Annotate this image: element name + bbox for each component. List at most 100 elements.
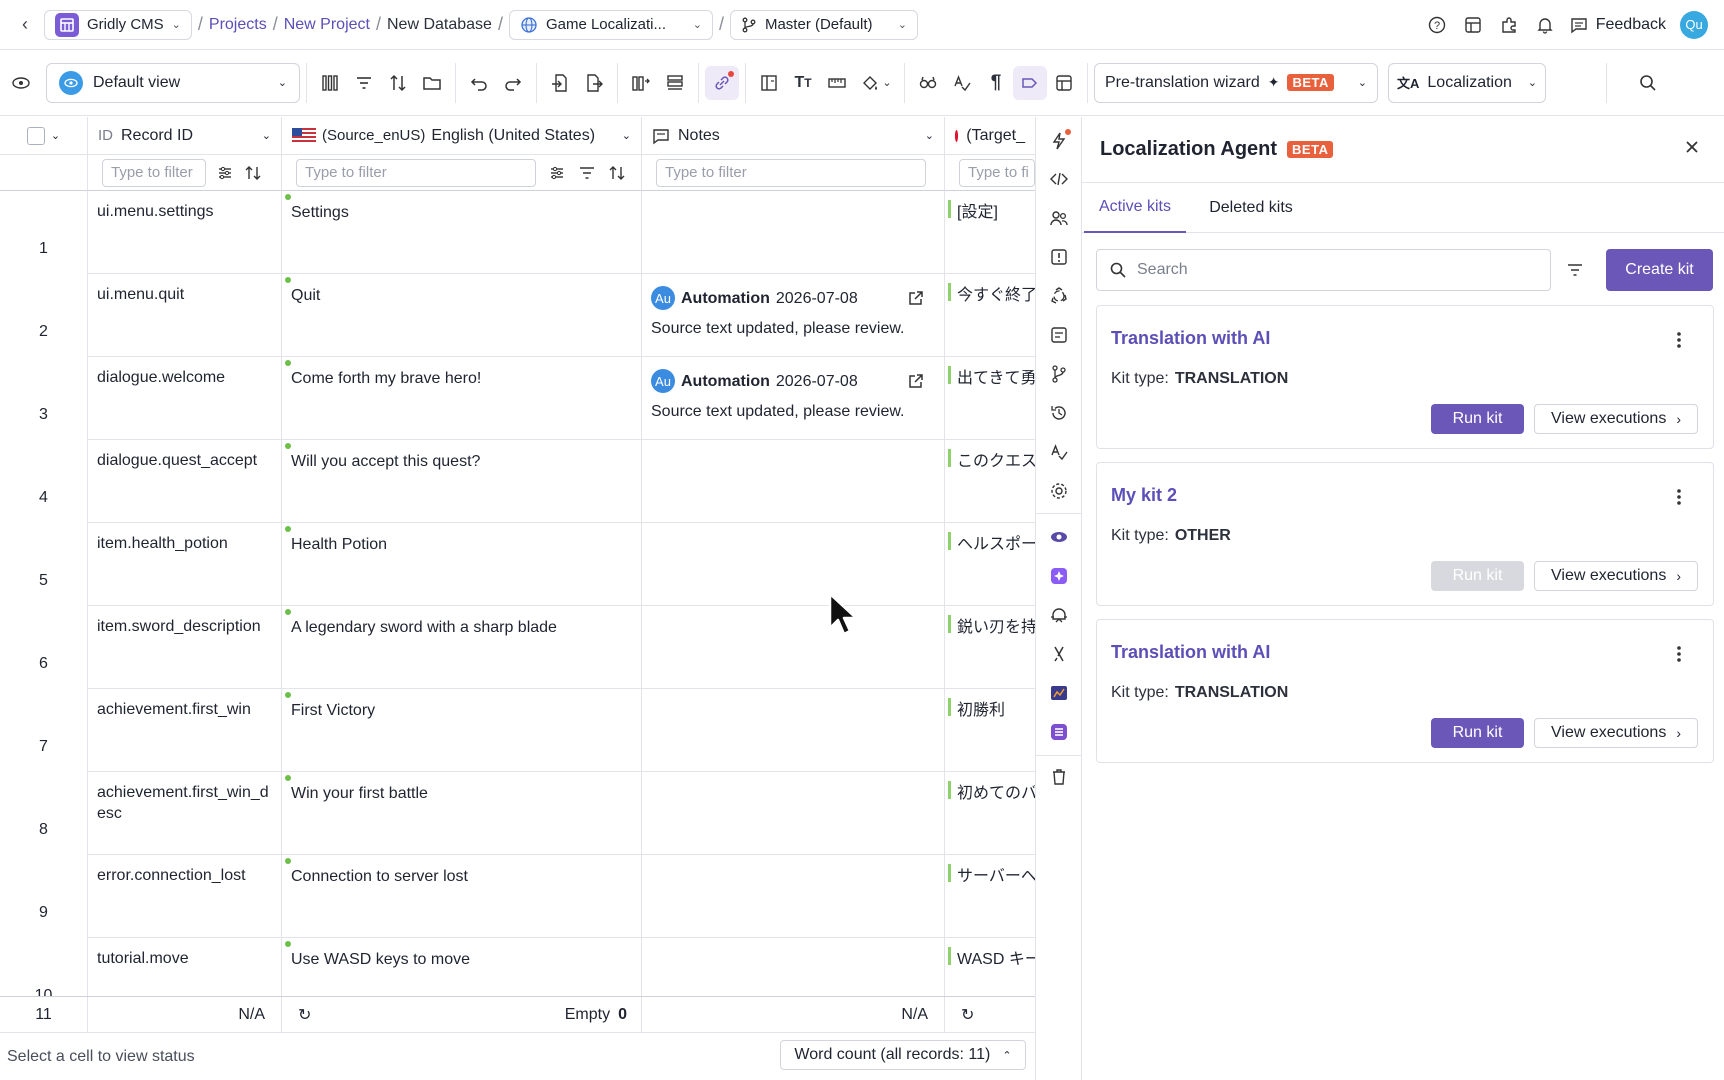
dependencies-icon[interactable] [624,66,658,100]
column-header-record-id[interactable]: ID Record ID ⌄ [88,117,282,155]
notes-cell[interactable] [642,606,945,689]
tab-active-kits[interactable]: Active kits [1084,183,1186,233]
breadcrumb-projects[interactable]: Projects [209,16,267,34]
notes-cell[interactable] [642,523,945,606]
select-all-header[interactable]: ⌄ [0,117,88,155]
link-icon[interactable] [705,65,739,100]
target-cell[interactable]: 出てきて勇 [945,357,1035,440]
word-count-button[interactable]: Word count (all records: 11) ⌃ [780,1040,1026,1070]
more-options-icon[interactable] [1669,330,1689,350]
history-icon[interactable] [1047,401,1071,425]
notes-cell[interactable]: Au Automation 2026-07-08 Source text update… [642,274,945,357]
view-selector[interactable]: Default view ⌄ [46,62,300,103]
filter-icon[interactable] [578,164,596,182]
view-executions-button[interactable]: View executions › [1534,718,1698,748]
view-executions-button[interactable]: View executions › [1534,561,1698,591]
record-id-cell[interactable]: dialogue.welcome [88,357,282,440]
undo-icon[interactable] [462,66,496,100]
localization-agent-icon[interactable] [1047,564,1071,588]
app-switcher[interactable]: Gridly CMS ⌄ [44,9,192,40]
source-cell[interactable]: Connection to server lost [282,855,642,938]
row-group-icon[interactable] [658,66,692,100]
stack-app-icon[interactable] [1047,720,1071,744]
close-icon[interactable] [1684,139,1700,155]
select-all-checkbox[interactable] [26,126,45,145]
record-id-cell[interactable]: item.sword_description [88,606,282,689]
record-id-cell[interactable]: achievement.first_win_desc [88,772,282,855]
record-id-cell[interactable]: dialogue.quest_accept [88,440,282,523]
sort-icon[interactable] [244,164,262,182]
target-cell[interactable]: 初めてのバ [945,772,1035,855]
source-cell[interactable]: First Victory [282,689,642,772]
view-executions-button[interactable]: View executions › [1534,404,1698,434]
target-cell[interactable]: [設定] [945,191,1035,274]
record-id-cell[interactable]: ui.menu.quit [88,274,282,357]
feedback-button[interactable]: Feedback [1570,16,1666,34]
open-external-icon[interactable] [907,289,925,307]
row-number[interactable]: 6 [0,606,88,689]
help-icon[interactable]: ? [1426,14,1448,36]
notes-cell[interactable]: Au Automation 2026-07-08 Source text update… [642,357,945,440]
layout-icon[interactable] [1462,14,1484,36]
paragraph-icon[interactable]: ¶ [979,66,1013,100]
fill-color-icon[interactable]: ⌄ [854,66,898,100]
run-kit-button[interactable]: Run kit [1431,561,1524,591]
record-id-cell[interactable]: item.health_potion [88,523,282,606]
sort-icon[interactable] [608,164,626,182]
source-cell[interactable]: A legendary sword with a sharp blade [282,606,642,689]
refresh-icon[interactable]: ↻ [298,1005,311,1025]
bot-icon[interactable] [1047,603,1071,627]
target-cell[interactable]: このクエス [945,440,1035,523]
kit-title[interactable]: Translation with AI [1111,642,1270,663]
tab-deleted-kits[interactable]: Deleted kits [1196,183,1306,233]
search-icon[interactable] [1631,66,1665,100]
record-id-cell[interactable]: error.connection_lost [88,855,282,938]
chart-app-icon[interactable] [1047,681,1071,705]
filter-input[interactable]: Type to filter [296,158,536,187]
settings-icon[interactable] [1047,479,1071,503]
filter-input[interactable]: Type to fi [959,158,1035,187]
record-id-cell[interactable]: achievement.first_win [88,689,282,772]
row-number[interactable]: 2 [0,274,88,357]
spellcheck-icon[interactable] [945,66,979,100]
target-cell[interactable]: 鋭い刃を持 [945,606,1035,689]
export-icon[interactable] [577,66,611,100]
kit-title[interactable]: My kit 2 [1111,485,1177,506]
filter-options-icon[interactable] [216,164,234,182]
breadcrumb-database[interactable]: New Database [387,16,492,34]
target-cell[interactable]: ヘルスポー [945,523,1035,606]
users-icon[interactable] [1047,206,1071,230]
text-size-icon[interactable]: TT [786,66,820,100]
alert-icon[interactable] [1047,245,1071,269]
row-number[interactable]: 3 [0,357,88,440]
kit-search[interactable]: Search [1096,249,1551,291]
document-icon[interactable] [1047,323,1071,347]
target-cell[interactable]: 今すぐ終了 [945,274,1035,357]
branch-icon[interactable] [1047,362,1071,386]
notes-cell[interactable] [642,772,945,855]
row-number[interactable]: 4 [0,440,88,523]
localization-button[interactable]: 文A Localization ⌄ [1388,62,1546,103]
source-cell[interactable]: Settings [282,191,642,274]
spellcheck-icon[interactable] [1047,440,1071,464]
row-number[interactable]: 5 [0,523,88,606]
notes-cell[interactable] [642,191,945,274]
recycle-icon[interactable] [1047,284,1071,308]
filter-input[interactable]: Type to filter [656,158,926,187]
run-kit-button[interactable]: Run kit [1431,404,1524,434]
kit-title[interactable]: Translation with AI [1111,328,1270,349]
columns-icon[interactable] [313,66,347,100]
back-icon[interactable]: ‹ [22,14,28,35]
filter-input[interactable]: Type to filter [102,158,206,187]
user-avatar[interactable]: Qu [1680,10,1708,39]
tag-icon[interactable] [1013,65,1047,100]
notes-cell[interactable] [642,689,945,772]
notes-cell[interactable] [642,855,945,938]
notes-cell[interactable] [642,440,945,523]
bell-icon[interactable] [1534,14,1556,36]
refresh-icon[interactable]: ↻ [961,1005,974,1025]
row-number[interactable]: 7 [0,689,88,772]
source-cell[interactable]: Win your first battle [282,772,642,855]
trash-icon[interactable] [1047,765,1071,789]
ruler-icon[interactable] [820,66,854,100]
